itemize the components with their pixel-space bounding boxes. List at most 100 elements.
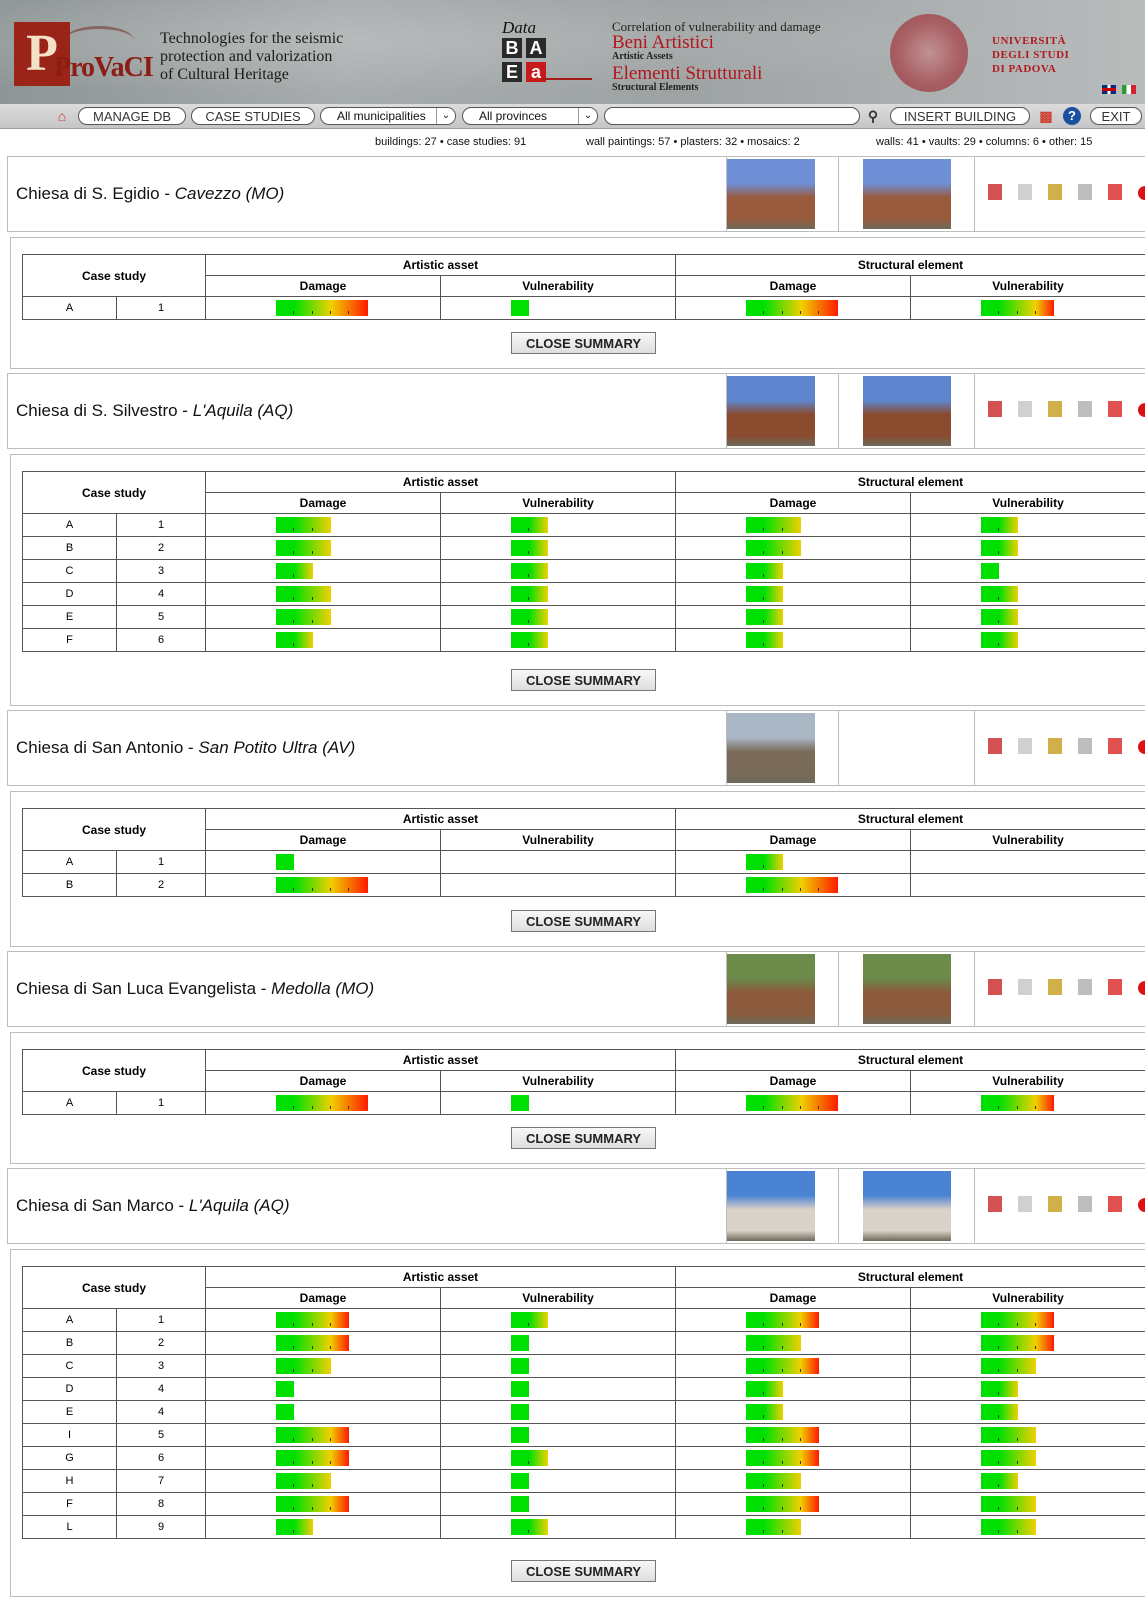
manage-db-button[interactable]: MANAGE DB — [78, 107, 186, 125]
map-icon[interactable] — [1078, 1196, 1092, 1212]
edit-icon[interactable] — [1048, 1196, 1062, 1212]
delete-icon[interactable] — [1138, 403, 1145, 417]
chevron-down-icon: ⌄ — [578, 108, 597, 124]
delete-icon[interactable] — [1138, 981, 1145, 995]
ba-report-icon[interactable] — [988, 979, 1002, 995]
delete-icon[interactable] — [1138, 186, 1145, 200]
edit-icon[interactable] — [1048, 184, 1062, 200]
table-row[interactable]: A1 — [23, 514, 1145, 537]
table-row[interactable]: I5 — [23, 1424, 1145, 1447]
table-row[interactable]: F6 — [23, 629, 1145, 652]
bar-tick — [763, 1369, 764, 1372]
pdf-icon[interactable] — [1108, 979, 1122, 995]
table-row[interactable]: G6 — [23, 1447, 1145, 1470]
help-icon[interactable]: ? — [1063, 107, 1081, 125]
pdf-icon[interactable] — [1108, 1196, 1122, 1212]
pdf-icon[interactable] — [1108, 738, 1122, 754]
search-icon[interactable]: ⚲ — [862, 107, 884, 125]
pdf-icon[interactable] — [1108, 401, 1122, 417]
building-row[interactable]: Chiesa di San Luca Evangelista - Medolla… — [7, 951, 1145, 1027]
statistics-icon[interactable]: ▩ — [1036, 107, 1056, 125]
building-photo[interactable] — [727, 954, 815, 1024]
delete-icon[interactable] — [1138, 740, 1145, 754]
building-name[interactable]: Chiesa di San Antonio - San Potito Ultra… — [16, 711, 355, 785]
close-summary-button[interactable]: CLOSE SUMMARY — [511, 910, 656, 932]
home-icon[interactable]: ⌂ — [52, 107, 72, 125]
building-photo[interactable] — [727, 376, 815, 446]
building-row[interactable]: Chiesa di S. Egidio - Cavezzo (MO) — [7, 156, 1145, 232]
level-cell — [911, 1493, 1145, 1516]
table-row[interactable]: A1 — [23, 851, 1145, 874]
map-icon[interactable] — [1078, 184, 1092, 200]
table-row[interactable]: F8 — [23, 1493, 1145, 1516]
table-row[interactable]: C3 — [23, 1355, 1145, 1378]
table-row[interactable]: A1 — [23, 1309, 1145, 1332]
exit-button[interactable]: EXIT — [1090, 107, 1142, 125]
edit-icon[interactable] — [1048, 738, 1062, 754]
document-icon[interactable] — [1018, 1196, 1032, 1212]
building-photo[interactable] — [727, 713, 815, 783]
document-icon[interactable] — [1018, 738, 1032, 754]
building-photo[interactable] — [863, 1171, 951, 1241]
ba-report-icon[interactable] — [988, 184, 1002, 200]
building-name[interactable]: Chiesa di S. Silvestro - L'Aquila (AQ) — [16, 374, 293, 448]
close-summary-button[interactable]: CLOSE SUMMARY — [511, 1560, 656, 1582]
building-photo[interactable] — [863, 376, 951, 446]
artistic-damage-bar — [276, 1381, 294, 1397]
level-cell — [676, 1493, 911, 1516]
close-summary-button[interactable]: CLOSE SUMMARY — [511, 669, 656, 691]
english-flag-icon[interactable] — [1102, 85, 1116, 94]
artistic-assets-label: Artistic Assets — [612, 52, 892, 62]
building-row[interactable]: Chiesa di San Antonio - San Potito Ultra… — [7, 710, 1145, 786]
map-icon[interactable] — [1078, 401, 1092, 417]
table-row[interactable]: H7 — [23, 1470, 1145, 1493]
delete-icon[interactable] — [1138, 1198, 1145, 1212]
table-row[interactable]: B2 — [23, 874, 1145, 897]
table-row[interactable]: C3 — [23, 560, 1145, 583]
table-row[interactable]: E4 — [23, 1401, 1145, 1424]
building-photo[interactable] — [727, 1171, 815, 1241]
structural-vulnerability-bar — [981, 517, 1018, 533]
ba-report-icon[interactable] — [988, 1196, 1002, 1212]
building-photo[interactable] — [727, 159, 815, 229]
pdf-icon[interactable] — [1108, 184, 1122, 200]
case-letter: H — [23, 1470, 117, 1493]
table-row[interactable]: D4 — [23, 1378, 1145, 1401]
building-photo[interactable] — [863, 954, 951, 1024]
table-row[interactable]: A1 — [23, 297, 1145, 320]
ba-report-icon[interactable] — [988, 738, 1002, 754]
map-icon[interactable] — [1078, 979, 1092, 995]
edit-icon[interactable] — [1048, 401, 1062, 417]
building-row[interactable]: Chiesa di San Marco - L'Aquila (AQ) — [7, 1168, 1145, 1244]
insert-building-button[interactable]: INSERT BUILDING — [890, 107, 1030, 125]
building-name[interactable]: Chiesa di San Luca Evangelista - Medolla… — [16, 952, 374, 1026]
ba-report-icon[interactable] — [988, 401, 1002, 417]
document-icon[interactable] — [1018, 979, 1032, 995]
artistic-damage-bar — [276, 300, 368, 316]
building-photo[interactable] — [863, 159, 951, 229]
document-icon[interactable] — [1018, 401, 1032, 417]
province-select[interactable]: All provinces ⌄ — [462, 107, 598, 125]
table-row[interactable]: A1 — [23, 1092, 1145, 1115]
table-row[interactable]: D4 — [23, 583, 1145, 606]
building-name[interactable]: Chiesa di San Marco - L'Aquila (AQ) — [16, 1169, 290, 1243]
table-row[interactable]: B2 — [23, 1332, 1145, 1355]
municipality-select[interactable]: All municipalities ⌄ — [320, 107, 456, 125]
bar-tick — [800, 311, 801, 314]
table-row[interactable]: E5 — [23, 606, 1145, 629]
table-row[interactable]: B2 — [23, 537, 1145, 560]
building-name[interactable]: Chiesa di S. Egidio - Cavezzo (MO) — [16, 157, 284, 231]
table-row[interactable]: L9 — [23, 1516, 1145, 1539]
search-input[interactable] — [604, 107, 860, 125]
close-summary-button[interactable]: CLOSE SUMMARY — [511, 332, 656, 354]
column-divider — [974, 1169, 975, 1243]
document-icon[interactable] — [1018, 184, 1032, 200]
map-icon[interactable] — [1078, 738, 1092, 754]
edit-icon[interactable] — [1048, 979, 1062, 995]
italian-flag-icon[interactable] — [1122, 85, 1136, 94]
provaci-logo[interactable]: P ProVaCI — [14, 22, 142, 86]
case-studies-button[interactable]: CASE STUDIES — [191, 107, 315, 125]
close-summary-button[interactable]: CLOSE SUMMARY — [511, 1127, 656, 1149]
building-row[interactable]: Chiesa di S. Silvestro - L'Aquila (AQ) — [7, 373, 1145, 449]
level-cell — [441, 1355, 676, 1378]
